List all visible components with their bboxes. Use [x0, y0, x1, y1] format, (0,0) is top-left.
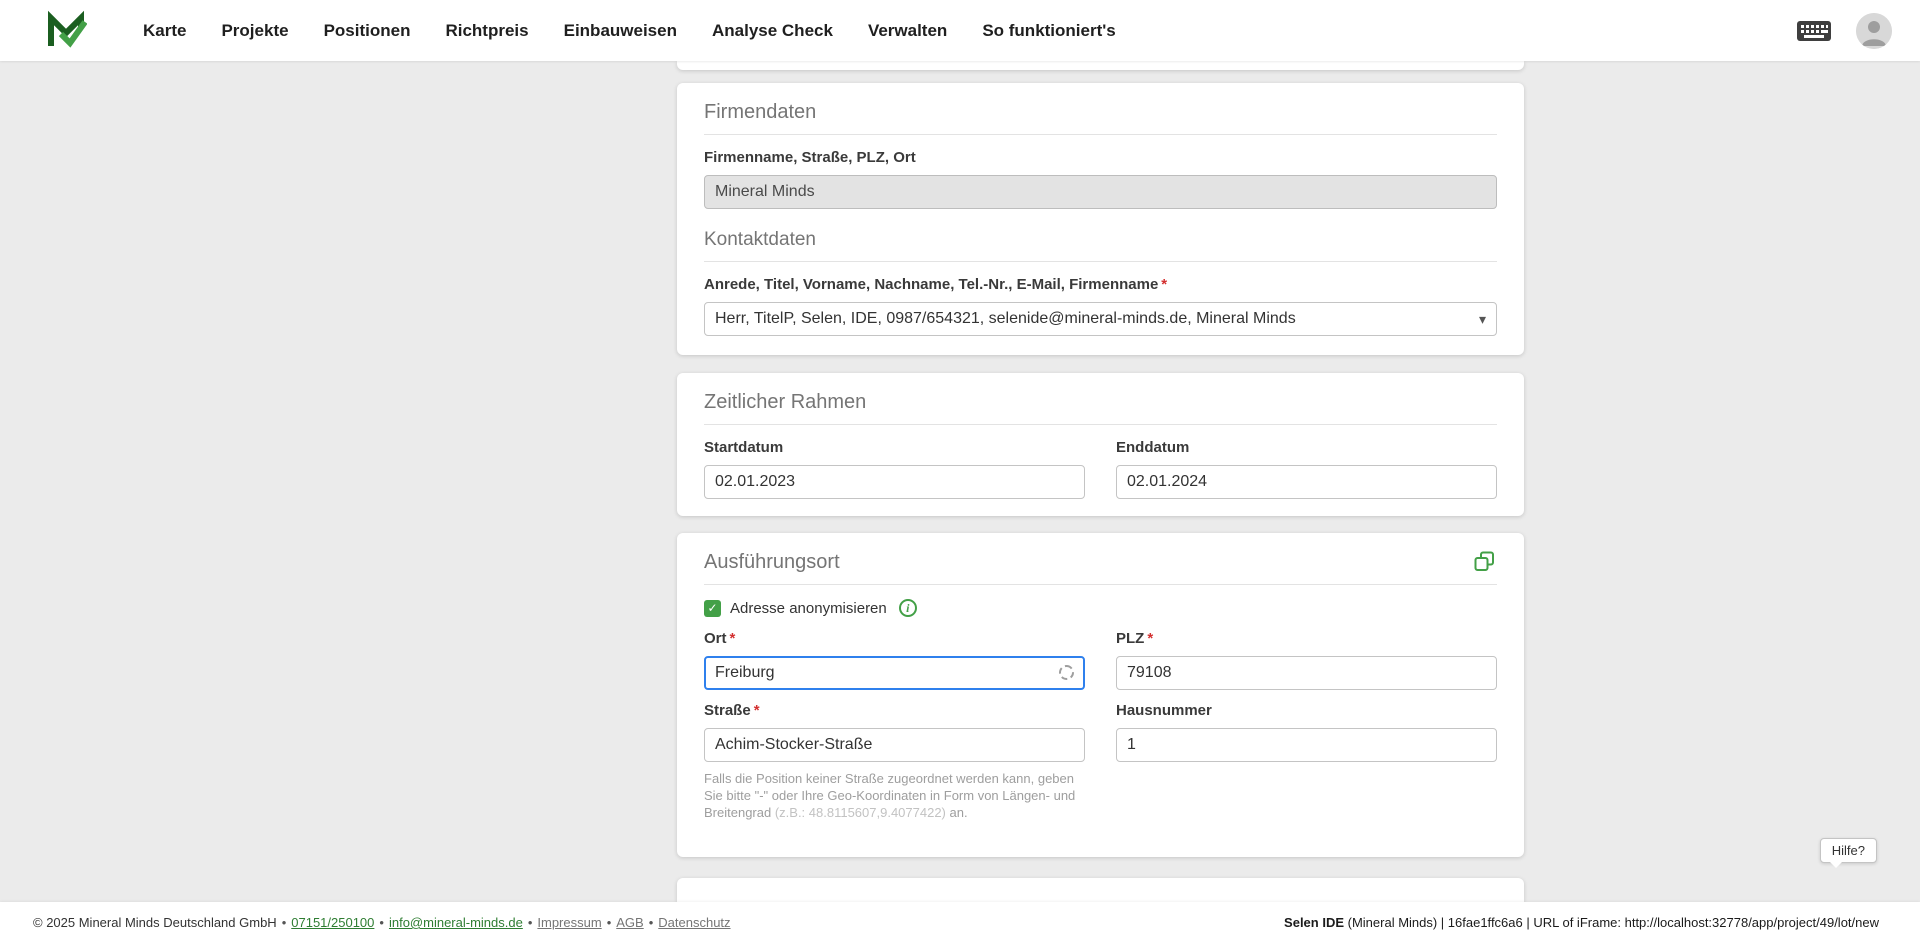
hausnummer-field: Hausnummer	[1116, 702, 1497, 762]
hausnummer-label: Hausnummer	[1116, 702, 1497, 720]
contact-label: Anrede, Titel, Vorname, Nachname, Tel.-N…	[704, 276, 1497, 294]
mineral-minds-logo[interactable]	[45, 10, 87, 52]
nav-item-projekte[interactable]: Projekte	[221, 21, 288, 41]
kontaktdaten-title: Kontaktdaten	[704, 229, 1497, 251]
company-label: Firmenname, Straße, PLZ, Ort	[704, 149, 1497, 167]
loading-spinner-icon	[1059, 665, 1074, 680]
startdatum-field: Startdatum	[704, 439, 1085, 499]
user-avatar[interactable]	[1856, 13, 1892, 49]
divider	[704, 134, 1497, 135]
nav-item-so-funktionierts[interactable]: So funktioniert's	[982, 21, 1115, 41]
chevron-down-icon: ▾	[1479, 311, 1486, 328]
strasse-label-text: Straße	[704, 702, 751, 719]
startdatum-input[interactable]	[704, 465, 1085, 499]
strasse-label: Straße*	[704, 702, 1085, 720]
ort-label-text: Ort	[704, 630, 727, 647]
bullet-separator: •	[379, 915, 384, 930]
bullet-separator: •	[528, 915, 533, 930]
info-icon-letter: i	[906, 601, 909, 616]
app-name: Selen IDE	[1284, 915, 1344, 930]
footer-phone-link[interactable]: 07151/250100	[291, 915, 374, 930]
anonymize-label[interactable]: Adresse anonymisieren	[730, 600, 887, 617]
card-ausfuehrungsort: Ausführungsort ✓ Adresse anonymisieren i…	[677, 533, 1524, 857]
helper-suffix: an.	[946, 805, 968, 820]
required-marker: *	[1147, 630, 1153, 647]
card-firmendaten: Firmendaten Firmenname, Straße, PLZ, Ort…	[677, 83, 1524, 355]
enddatum-field: Enddatum	[1116, 439, 1497, 499]
footer-agb-link[interactable]: AGB	[616, 915, 643, 930]
card-title-firmendaten: Firmendaten	[704, 101, 1497, 124]
divider	[704, 261, 1497, 262]
hausnummer-input[interactable]	[1116, 728, 1497, 762]
strasse-input[interactable]	[704, 728, 1085, 762]
check-icon: ✓	[707, 601, 717, 615]
contact-label-text: Anrede, Titel, Vorname, Nachname, Tel.-N…	[704, 276, 1158, 293]
anonymize-checkbox[interactable]: ✓	[704, 600, 721, 617]
info-icon[interactable]: i	[899, 599, 917, 617]
nav-item-richtpreis[interactable]: Richtpreis	[445, 21, 528, 41]
top-nav-bar: Karte Projekte Positionen Richtpreis Ein…	[0, 0, 1920, 61]
logo-icon	[45, 10, 87, 52]
footer: © 2025 Mineral Minds Deutschland GmbH • …	[0, 902, 1920, 943]
startdatum-label: Startdatum	[704, 439, 1085, 457]
app-info: (Mineral Minds) | 16fae1ffc6a6 | URL of …	[1344, 915, 1879, 930]
nav-item-verwalten[interactable]: Verwalten	[868, 21, 947, 41]
bullet-separator: •	[607, 915, 612, 930]
enddatum-label: Enddatum	[1116, 439, 1497, 457]
address-grid-row1: Ort* PLZ*	[704, 630, 1497, 690]
nav-item-einbauweisen[interactable]: Einbauweisen	[564, 21, 677, 41]
strasse-helper-text: Falls die Position keiner Straße zugeord…	[704, 770, 1088, 821]
plz-field: PLZ*	[1116, 630, 1497, 690]
company-input	[704, 175, 1497, 209]
plz-label: PLZ*	[1116, 630, 1497, 648]
card-partial-top	[677, 61, 1524, 70]
address-grid-row2: Straße* Hausnummer	[704, 702, 1497, 762]
header-actions	[1796, 13, 1892, 49]
footer-left: © 2025 Mineral Minds Deutschland GmbH • …	[33, 915, 731, 930]
help-button[interactable]: Hilfe?	[1820, 838, 1877, 863]
plz-input[interactable]	[1116, 656, 1497, 690]
required-marker: *	[730, 630, 736, 647]
footer-debug-info: Selen IDE (Mineral Minds) | 16fae1ffc6a6…	[1284, 915, 1879, 930]
footer-email-link[interactable]: info@mineral-minds.de	[389, 915, 523, 930]
bullet-separator: •	[282, 915, 287, 930]
contact-select-value: Herr, TitelP, Selen, IDE, 0987/654321, s…	[715, 310, 1296, 328]
nav-item-karte[interactable]: Karte	[143, 21, 186, 41]
helper-coords: (z.B.: 48.8115607,9.4077422)	[775, 805, 946, 820]
ort-input[interactable]	[704, 656, 1085, 690]
contact-select[interactable]: Herr, TitelP, Selen, IDE, 0987/654321, s…	[704, 302, 1497, 336]
required-marker: *	[754, 702, 760, 719]
card-title-ausfuehrungsort: Ausführungsort	[704, 551, 1497, 574]
footer-datenschutz-link[interactable]: Datenschutz	[658, 915, 730, 930]
card-partial-bottom	[677, 878, 1524, 902]
required-marker: *	[1161, 276, 1167, 293]
main-nav: Karte Projekte Positionen Richtpreis Ein…	[143, 21, 1116, 41]
ort-input-wrap	[704, 656, 1085, 690]
bullet-separator: •	[649, 915, 654, 930]
nav-item-positionen[interactable]: Positionen	[324, 21, 411, 41]
strasse-field: Straße*	[704, 702, 1085, 762]
nav-item-analyse-check[interactable]: Analyse Check	[712, 21, 833, 41]
copy-icon[interactable]	[1474, 551, 1495, 572]
ort-field: Ort*	[704, 630, 1085, 690]
card-zeitlicher-rahmen: Zeitlicher Rahmen Startdatum Enddatum	[677, 373, 1524, 516]
copyright-text: © 2025 Mineral Minds Deutschland GmbH	[33, 915, 277, 930]
anonymize-row: ✓ Adresse anonymisieren i	[704, 599, 1497, 617]
enddatum-input[interactable]	[1116, 465, 1497, 499]
keyboard-icon[interactable]	[1796, 19, 1832, 43]
card-title-zeitraum: Zeitlicher Rahmen	[704, 391, 1497, 414]
date-grid: Startdatum Enddatum	[704, 439, 1497, 499]
plz-label-text: PLZ	[1116, 630, 1144, 647]
ort-label: Ort*	[704, 630, 1085, 648]
footer-impressum-link[interactable]: Impressum	[537, 915, 601, 930]
divider	[704, 424, 1497, 425]
divider	[704, 584, 1497, 585]
